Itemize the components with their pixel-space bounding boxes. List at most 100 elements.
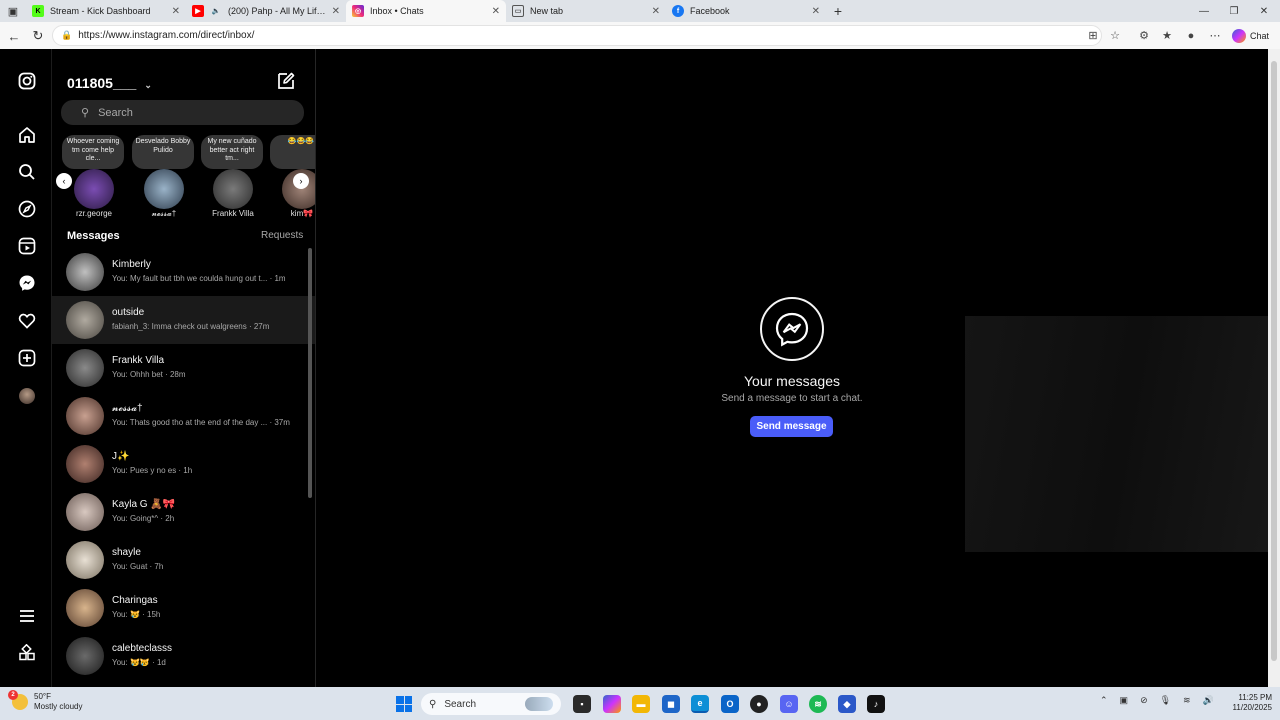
note-username: Frankk Villa	[212, 209, 254, 218]
discord-icon[interactable]: ☺	[780, 695, 798, 713]
copilot-chat-button[interactable]: Chat	[1232, 25, 1269, 46]
minimize-button[interactable]: —	[1188, 0, 1220, 22]
username-switcher[interactable]: 011805___ ⌄	[67, 75, 152, 91]
conversation-preview: fabianh_3: Imma check out walgreens · 27…	[112, 322, 270, 331]
lock-icon[interactable]: 🔒	[61, 30, 72, 41]
compose-icon[interactable]	[276, 71, 298, 93]
instagram-nav-rail	[0, 49, 52, 687]
conversation-row[interactable]: shayle You: Guat · 7h	[52, 536, 315, 584]
tiktok-icon[interactable]: ♪	[867, 695, 885, 713]
carousel-prev-button[interactable]: ‹	[56, 173, 72, 189]
file-explorer-icon[interactable]: ▬	[632, 695, 650, 713]
tab-close-icon[interactable]: ✕	[652, 6, 660, 17]
new-tab-button[interactable]: +	[826, 0, 850, 22]
search-input[interactable]: ⚲ Search	[61, 100, 304, 125]
conversation-row[interactable]: Kimberly You: My fault but tbh we coulda…	[52, 248, 315, 296]
messenger-icon	[760, 297, 824, 361]
send-message-button[interactable]: Send message	[750, 416, 833, 437]
conversation-row[interactable]: Charingas You: 😿 · 15h	[52, 584, 315, 632]
browser-tab-bar: ▣ K Stream - Kick Dashboard ✕ ▶ 🔈 (200) …	[0, 0, 1280, 22]
notes-carousel: Whoever coming tm come help cle... rzr.g…	[52, 135, 315, 225]
tab-facebook[interactable]: f Facebook ✕	[666, 0, 826, 22]
url-bar[interactable]: 🔒 https://www.instagram.com/direct/inbox…	[52, 25, 1102, 46]
explore-icon[interactable]	[16, 198, 38, 220]
tab-close-icon[interactable]: ✕	[492, 6, 500, 17]
task-view-icon[interactable]: ▪	[573, 695, 591, 713]
app-icon[interactable]: ◆	[838, 695, 856, 713]
spotify-icon[interactable]: ≋	[809, 695, 827, 713]
system-tray: ⌃ ▣ ⊘ 🎙 ≋ 🔊	[1100, 695, 1214, 706]
tab-close-icon[interactable]: ✕	[812, 6, 820, 17]
requests-link[interactable]: Requests	[261, 230, 303, 241]
tray-app-icon[interactable]: ▣	[1120, 695, 1129, 706]
conversation-row[interactable]: Frankk Villa You: Ohhh bet · 28m	[52, 344, 315, 392]
avatar	[66, 301, 104, 339]
conversation-row[interactable]: 𝓷𝓮𝓼𝓼𝓪† You: Thats good tho at the end of…	[52, 392, 315, 440]
tab-new[interactable]: ▭ New tab ✕	[506, 0, 666, 22]
weather-widget[interactable]: 2 50°F Mostly cloudy	[8, 690, 83, 712]
carousel-next-button[interactable]: ›	[293, 173, 309, 189]
conversation-name: J✨	[112, 451, 130, 462]
notifications-heart-icon[interactable]	[16, 310, 38, 332]
profile-avatar[interactable]	[16, 385, 38, 407]
username: 011805___	[67, 75, 137, 91]
wifi-icon[interactable]: ≋	[1183, 695, 1191, 706]
instagram-icon: ◎	[352, 5, 364, 17]
favorite-star-icon[interactable]: ☆	[1104, 25, 1126, 46]
edge-icon[interactable]: e	[691, 695, 709, 713]
extensions-icon[interactable]: ⚙	[1133, 25, 1155, 46]
back-button[interactable]: ←	[2, 24, 26, 48]
conversation-row[interactable]: outside fabianh_3: Imma check out walgre…	[52, 296, 315, 344]
maximize-button[interactable]: ❐	[1218, 0, 1250, 22]
windows-start-icon[interactable]	[396, 696, 412, 712]
volume-icon[interactable]: 🔊	[1203, 695, 1214, 706]
messenger-icon[interactable]	[16, 272, 38, 294]
note-bubble: 😂😂😂	[270, 135, 315, 169]
clock[interactable]: 11:25 PM 11/20/2025	[1222, 693, 1272, 713]
favorites-icon[interactable]: ★	[1156, 25, 1178, 46]
tab-instagram[interactable]: ◎ Inbox • Chats ✕	[346, 0, 506, 22]
reels-icon[interactable]	[16, 235, 38, 257]
weather-condition: Mostly cloudy	[34, 702, 83, 711]
conversation-list: Kimberly You: My fault but tbh we coulda…	[52, 248, 315, 680]
store-icon[interactable]: ◼	[662, 695, 680, 713]
profile-icon[interactable]: ●	[1180, 25, 1202, 46]
tab-kick[interactable]: K Stream - Kick Dashboard ✕	[26, 0, 186, 22]
refresh-button[interactable]: ↻	[26, 24, 50, 48]
tab-close-icon[interactable]: ✕	[172, 6, 180, 17]
note-username: kim🎀	[290, 209, 314, 218]
copilot-icon[interactable]	[603, 695, 621, 713]
microphone-icon[interactable]: 🎙	[1160, 695, 1171, 706]
conversation-preview: You: Going*^ · 2h	[112, 514, 175, 523]
create-plus-icon[interactable]	[16, 347, 38, 369]
weather-icon: 2	[8, 690, 28, 710]
scrollbar-thumb[interactable]	[1271, 61, 1277, 661]
avatar	[66, 541, 104, 579]
page-scrollbar[interactable]	[1268, 49, 1280, 687]
tab-youtube[interactable]: ▶ 🔈 (200) Pahp - All My Life (Full ✕	[186, 0, 346, 22]
window-menu-icon[interactable]: ▣	[0, 0, 26, 22]
tray-app-icon[interactable]: ⊘	[1140, 695, 1148, 706]
close-window-button[interactable]: ✕	[1248, 0, 1280, 22]
app-icon[interactable]: ●	[750, 695, 768, 713]
search-placeholder: Search	[98, 106, 133, 119]
conversation-row[interactable]: calebteclasss You: 😿😿 · 1d	[52, 632, 315, 680]
avatar	[66, 349, 104, 387]
conversation-row[interactable]: J✨ You: Pues y no es · 1h	[52, 440, 315, 488]
apps-icon[interactable]: ⊞	[1082, 25, 1104, 46]
more-apps-icon[interactable]	[16, 642, 38, 664]
speaker-icon[interactable]: 🔈	[210, 5, 222, 17]
more-options-icon[interactable]: ⋯	[1204, 25, 1226, 46]
home-icon[interactable]	[16, 124, 38, 146]
outlook-icon[interactable]: O	[721, 695, 739, 713]
search-highlight-image	[525, 697, 553, 711]
conversation-scrollbar[interactable]	[308, 248, 312, 498]
hamburger-menu-icon[interactable]	[16, 605, 38, 627]
taskbar-search[interactable]: ⚲ Search	[421, 693, 561, 715]
conversation-row[interactable]: Kayla G 🧸🎀 You: Going*^ · 2h	[52, 488, 315, 536]
tab-label: (200) Pahp - All My Life (Full	[228, 6, 328, 16]
chevron-up-icon[interactable]: ⌃	[1100, 695, 1108, 706]
tab-close-icon[interactable]: ✕	[332, 6, 340, 17]
search-icon[interactable]	[16, 161, 38, 183]
instagram-logo-icon[interactable]	[16, 70, 38, 92]
